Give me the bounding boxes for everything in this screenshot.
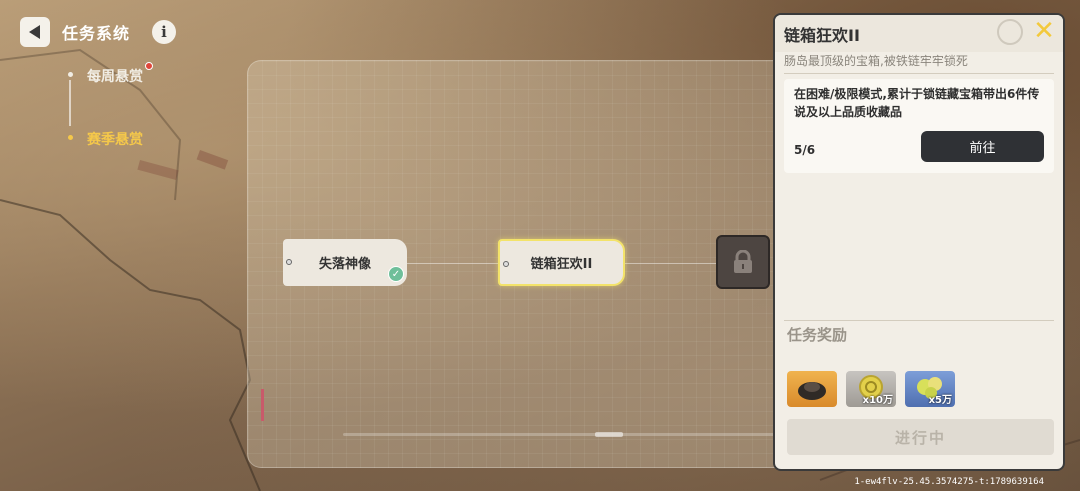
notification-badge [145,62,153,70]
check-icon: ✓ [388,266,404,282]
nav-dot [68,135,73,140]
divider [784,320,1054,321]
task-progress: 5/6 [794,143,816,157]
quest-node-selected[interactable]: 链箱狂欢II [498,239,625,286]
divider [784,73,1054,74]
node-connector [407,263,498,264]
status-button[interactable]: 进行中 [787,419,1054,455]
reward-qty: x5万 [928,395,952,406]
quest-node-label: 失落神像 [318,257,371,272]
node-pin-icon [503,261,509,267]
nav-item-label: 每周悬赏 [87,69,143,85]
scrollbar-thumb[interactable] [595,432,623,437]
reward-item[interactable]: x10万 [846,371,896,407]
go-button[interactable]: 前往 [921,131,1044,162]
quest-node-locked[interactable] [716,235,770,289]
info-icon[interactable]: i [152,20,176,44]
reward-item[interactable]: x5万 [905,371,955,407]
node-connector [625,263,716,264]
nav-dot [68,72,73,77]
map-marker [261,389,264,421]
back-arrow-icon [28,25,40,39]
quest-node-completed[interactable]: 失落神像 ✓ [283,239,407,286]
quest-detail-panel: 链箱狂欢II ✕ 肠岛最顶级的宝箱,被铁链牢牢锁死 在困难/极限模式,累计于锁链… [773,13,1065,471]
nav-item-season-bounty[interactable]: 赛季悬赏 [68,129,143,149]
item-icon [798,382,826,400]
task-card: 在困难/极限模式,累计于锁链藏宝箱带出6件传说及以上品质收藏品 5/6 前往 [784,79,1054,173]
quest-node-label: 链箱狂欢II [530,257,593,272]
close-button[interactable]: ✕ [1031,18,1057,44]
nav-item-weekly-bounty[interactable]: 每周悬赏 [68,62,153,86]
rewards-title: 任务奖励 [787,326,848,344]
page-title: 任务系统 [62,24,131,43]
reward-qty: x10万 [862,395,893,406]
compass-icon [997,19,1023,45]
reward-item[interactable] [787,371,837,407]
nav-divider [69,80,71,126]
quest-map-panel[interactable]: 失落神像 ✓ 链箱狂欢II [247,60,807,468]
map-scrollbar[interactable] [343,432,783,437]
node-pin-icon [286,259,292,265]
build-version: 1-ew4flv-25.45.3574275-t:1789639164 [854,477,1044,487]
lock-icon [734,250,752,273]
task-description: 在困难/极限模式,累计于锁链藏宝箱带出6件传说及以上品质收藏品 [794,87,1040,119]
nav-item-label: 赛季悬赏 [87,132,143,148]
detail-title: 链箱狂欢II [784,26,860,45]
detail-subtitle: 肠岛最顶级的宝箱,被铁链牢牢锁死 [784,54,968,68]
back-button[interactable] [20,17,50,47]
